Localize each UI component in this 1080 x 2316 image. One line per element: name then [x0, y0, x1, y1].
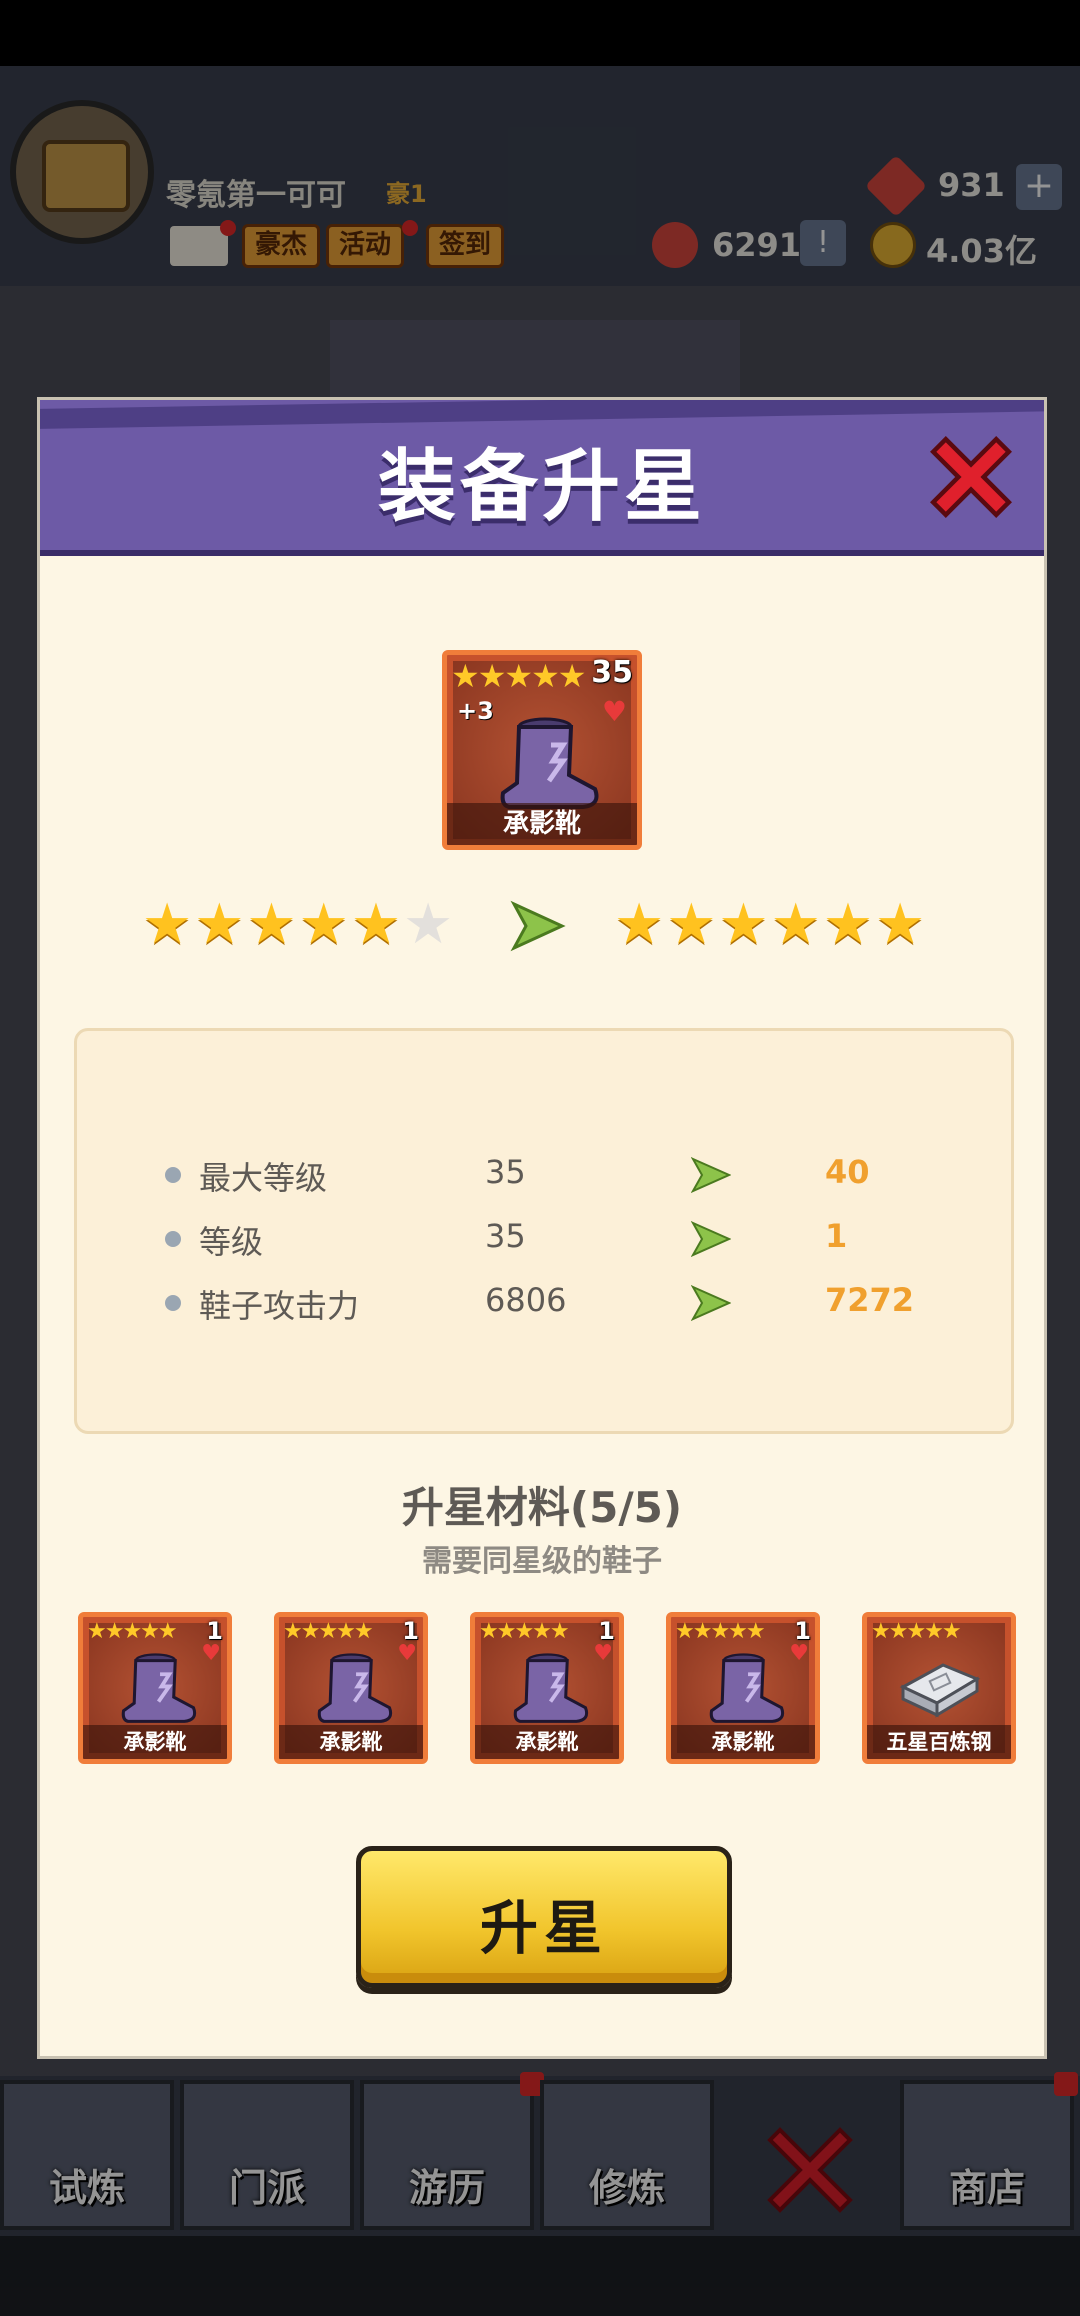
item-level: 35 — [591, 655, 633, 690]
favorite-heart-icon: ♥ — [593, 1641, 613, 1666]
material-name: 承影靴 — [279, 1725, 423, 1759]
material-name: 承影靴 — [475, 1725, 619, 1759]
material-stars: ★★★★★ — [87, 1619, 178, 1644]
star-filled-icon: ★ — [142, 892, 195, 957]
stat-name: 鞋子攻击力 — [199, 1287, 360, 1325]
star-filled-icon: ★ — [718, 892, 771, 957]
material-name: 承影靴 — [83, 1725, 227, 1759]
material-stars: ★★★★★ — [283, 1619, 374, 1644]
header-edge — [40, 550, 1044, 556]
steel-ingot-icon — [899, 1663, 981, 1718]
star-filled-icon: ★ — [666, 892, 719, 957]
material-card[interactable]: ★★★★★ 1 ♥ 承影靴 — [666, 1612, 820, 1764]
favorite-heart-icon: ♥ — [397, 1641, 417, 1666]
material-stars: ★★★★★ — [675, 1619, 766, 1644]
close-icon[interactable] — [926, 432, 1016, 522]
star-filled-icon: ★ — [822, 892, 876, 957]
stat-row-attack: 鞋子攻击力 6806 7272 — [77, 1275, 1011, 1335]
upgrade-star-label: 升星 — [479, 1894, 608, 1962]
boot-icon — [121, 1653, 197, 1723]
material-card[interactable]: ★★★★★ 1 ♥ 承影靴 — [78, 1612, 232, 1764]
star-filled-icon: ★ — [194, 892, 247, 957]
star-filled-icon: ★ — [298, 892, 351, 957]
material-name: 五星百炼钢 — [867, 1725, 1011, 1759]
stat-name: 等级 — [199, 1223, 264, 1261]
materials-title: 升星材料(5/5) — [401, 1483, 683, 1532]
stats-panel: 最大等级 35 40 等级 35 1 鞋子攻击力 6806 7272 — [74, 1028, 1014, 1434]
arrow-right-icon — [691, 1157, 731, 1193]
boot-icon — [513, 1653, 589, 1723]
stat-name: 最大等级 — [199, 1159, 328, 1197]
arrow-right-icon — [691, 1221, 731, 1257]
equipment-card[interactable]: ★★★★★ 35 +3 ♥ 承影靴 — [442, 650, 642, 850]
favorite-heart-icon: ♥ — [789, 1641, 809, 1666]
bullet-dot — [165, 1231, 181, 1247]
stat-current: 6806 — [485, 1281, 567, 1319]
item-name: 承影靴 — [447, 803, 637, 845]
boot-icon — [317, 1653, 393, 1723]
star-filled-icon: ★ — [246, 892, 299, 957]
stat-current: 35 — [485, 1217, 526, 1255]
bullet-dot — [165, 1295, 181, 1311]
arrow-right-icon — [691, 1285, 731, 1321]
material-card[interactable]: ★★★★★ 1 ♥ 承影靴 — [274, 1612, 428, 1764]
item-stars: ★★★★★ — [451, 657, 586, 695]
status-bar — [0, 0, 1080, 66]
star-filled-icon: ★ — [770, 892, 823, 957]
material-card[interactable]: ★★★★★ 1 ♥ 承影靴 — [470, 1612, 624, 1764]
bullet-dot — [165, 1167, 181, 1183]
boot-icon — [709, 1653, 785, 1723]
stat-next: 40 — [825, 1153, 870, 1191]
material-stars: ★★★★★ — [479, 1619, 570, 1644]
material-stars: ★★★★★ — [871, 1619, 962, 1644]
stars-after: ★★★★★★ — [614, 892, 927, 957]
material-card[interactable]: ★★★★★ 五星百炼钢 — [862, 1612, 1016, 1764]
upgrade-star-button[interactable]: 升星 — [356, 1846, 732, 1988]
boot-icon — [500, 717, 599, 809]
star-filled-icon: ★ — [350, 892, 404, 957]
favorite-heart-icon: ♥ — [201, 1641, 221, 1666]
material-name: 承影靴 — [671, 1725, 815, 1759]
dialog-title: 装备升星 — [377, 442, 706, 532]
star-filled-icon: ★ — [614, 892, 667, 957]
materials-subtitle: 需要同星级的鞋子 — [422, 1544, 662, 1579]
stat-row-level: 等级 35 1 — [77, 1211, 1011, 1271]
stat-current: 35 — [485, 1153, 526, 1191]
arrow-right-icon — [510, 900, 566, 952]
star-filled-icon: ★ — [875, 892, 928, 957]
stat-row-max-level: 最大等级 35 40 — [77, 1147, 1011, 1207]
stars-before: ★★★★★★ — [142, 892, 455, 957]
stat-next: 7272 — [825, 1281, 915, 1319]
star-empty-icon: ★ — [403, 892, 456, 957]
stat-next: 1 — [825, 1217, 848, 1255]
